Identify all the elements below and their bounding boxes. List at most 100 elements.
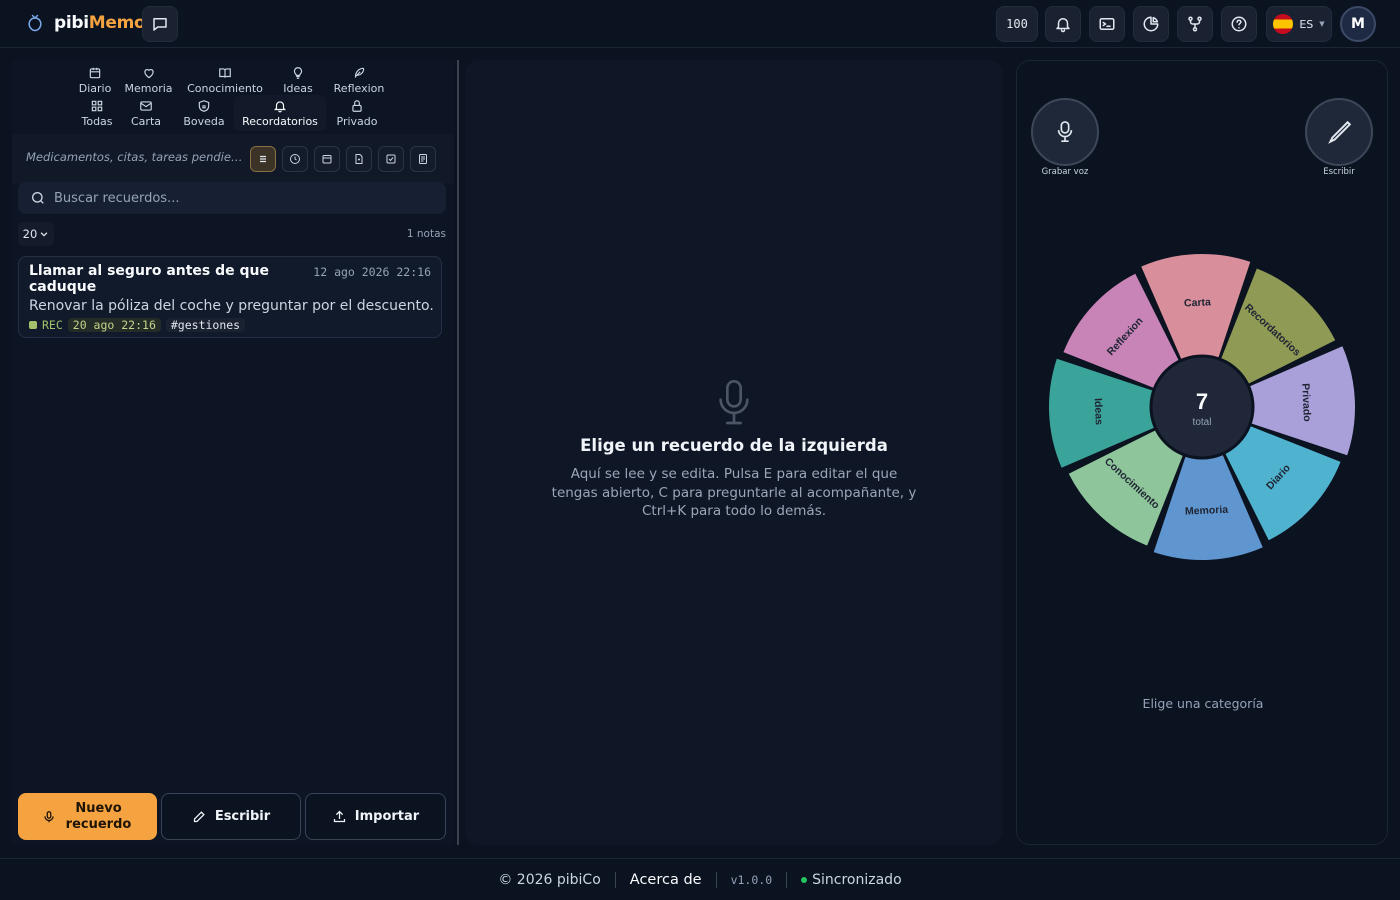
footer-separator [715,871,717,888]
terminal-icon [1099,18,1115,30]
new-memory-button[interactable]: Nuevo recuerdo [18,793,157,840]
sync-status: Sincronizado [801,872,902,888]
language-selector[interactable]: ES ▼ [1266,6,1332,42]
lightbulb-icon [293,66,303,79]
list-view-button[interactable] [250,146,276,172]
note-date: 12 ago 2026 22:16 [313,265,431,279]
microphone-icon [719,380,749,425]
write-pen-button[interactable] [1305,98,1373,166]
note-body: Renovar la póliza del coche y preguntar … [29,298,434,314]
chat-icon [153,18,167,31]
calendar-view-button[interactable] [314,146,340,172]
record-voice-label: Grabar voz [1041,167,1089,177]
strawberry-logo-icon [24,12,46,34]
document-view-button[interactable] [346,146,372,172]
write-button[interactable]: Escribir [161,793,301,840]
tab-memoria[interactable]: Memoria [116,62,181,98]
app-header: pibiMemo 100 ES ▼ M [0,0,1400,48]
tab-todas[interactable]: Todas [76,95,118,131]
notes-count: 1 notas [406,228,446,240]
list-actions: Nuevo recuerdo Escribir Importar [18,793,448,841]
clock-view-button[interactable] [282,146,308,172]
category-hint: Medicamentos, citas, tareas pendientes..… [26,150,248,164]
wheel-total: 7 [1196,389,1208,414]
search-bar[interactable] [18,182,446,214]
counter-badge[interactable]: 100 [996,6,1038,42]
tab-diario[interactable]: Diario [74,62,116,98]
tab-carta[interactable]: Carta [118,95,174,131]
app-footer: © 2026 pibiCo Acerca de v1.0.0 Sincroniz… [0,858,1400,900]
wheel-hint: Elige una categoría [1142,696,1264,711]
graph-button[interactable] [1177,6,1213,42]
tag-badge[interactable]: #gestiones [165,318,246,332]
upload-icon [333,810,345,823]
record-voice-button[interactable] [1031,98,1099,166]
tab-reflexion[interactable]: Reflexion [327,62,391,98]
branch-icon [1188,16,1202,32]
help-icon [1231,16,1247,32]
notes-view-button[interactable] [410,146,436,172]
copyright: © 2026 pibiCo [498,871,601,888]
write-label: Escribir [1323,167,1355,177]
list-icon [260,155,266,163]
help-button[interactable] [1221,6,1257,42]
heart-icon [143,68,154,78]
caret-down-icon: ▼ [1319,20,1325,28]
tab-conocimiento[interactable]: Conocimiento [181,62,269,98]
wheel-label-carta: Carta [1184,296,1212,309]
category-wheel-panel: Grabar voz Escribir Carta Recordatorios Pr… [1016,60,1388,845]
category-wheel[interactable]: Carta RecordatoriosPrivadoDiarioMemoriaCo… [1045,249,1361,565]
sync-dot-icon [801,876,808,883]
pen-icon [1328,120,1352,144]
notifications-button[interactable] [1045,6,1081,42]
about-link[interactable]: Acerca de [630,872,702,888]
category-tabs-row-1: Diario Memoria Conocimiento Ideas Reflex… [74,62,391,98]
reminder-date: 20 ago 22:16 [67,318,161,332]
page-size-select[interactable]: 20 [18,222,54,246]
import-button[interactable]: Importar [305,793,446,840]
spain-flag-icon [1273,14,1294,34]
footer-separator [786,871,788,888]
terminal-button[interactable] [1089,6,1125,42]
bell-icon [1056,18,1070,33]
empty-state-title: Elige un recuerdo de la izquierda [580,436,888,455]
stats-button[interactable] [1133,6,1169,42]
chevron-down-icon [40,232,48,237]
wheel-label-memoria: Memoria [1185,504,1229,518]
checkbox-icon [386,154,396,164]
user-avatar[interactable]: M [1340,6,1376,42]
calendar-icon [322,155,332,164]
book-icon [219,67,231,78]
shield-icon [198,99,210,112]
app-logo[interactable]: pibiMemo [24,12,146,34]
tab-privado[interactable]: Privado [326,95,388,131]
category-toolbar: Medicamentos, citas, tareas pendientes..… [12,134,454,184]
search-input[interactable] [54,190,414,206]
microphone-icon [1057,121,1073,142]
notepad-icon [419,154,427,164]
wheel-label-privado: Privado [1299,383,1313,422]
checklist-view-button[interactable] [378,146,404,172]
wheel-total-label: total [1193,417,1212,428]
tab-ideas[interactable]: Ideas [269,62,327,98]
lock-icon [352,99,362,112]
microphone-icon [43,810,54,822]
chat-button[interactable] [142,6,178,42]
list-item[interactable]: Llamar al seguro antes de que caduque 12… [18,256,442,338]
language-code: ES [1299,17,1314,31]
search-icon [32,192,44,204]
tab-recordatorios[interactable]: Recordatorios [234,95,326,131]
clock-icon [290,154,300,164]
empty-state-text: Aquí se lee y se edita. Pulsa E para edi… [551,466,917,519]
category-tabs-row-2: Todas Carta Boveda Recordatorios Privado [76,95,388,131]
note-title: Llamar al seguro antes de que caduque [29,263,269,295]
pie-chart-icon [1143,16,1159,32]
envelope-icon [140,100,152,111]
panel-resize-handle[interactable] [457,60,459,845]
tab-boveda[interactable]: Boveda [174,95,234,131]
version-label: v1.0.0 [730,872,773,887]
memory-detail-panel: Elige un recuerdo de la izquierda Aquí s… [465,60,1003,845]
reminder-dot-icon [29,321,37,329]
pencil-icon [193,811,205,823]
empty-state: Elige un recuerdo de la izquierda Aquí s… [465,378,1003,521]
